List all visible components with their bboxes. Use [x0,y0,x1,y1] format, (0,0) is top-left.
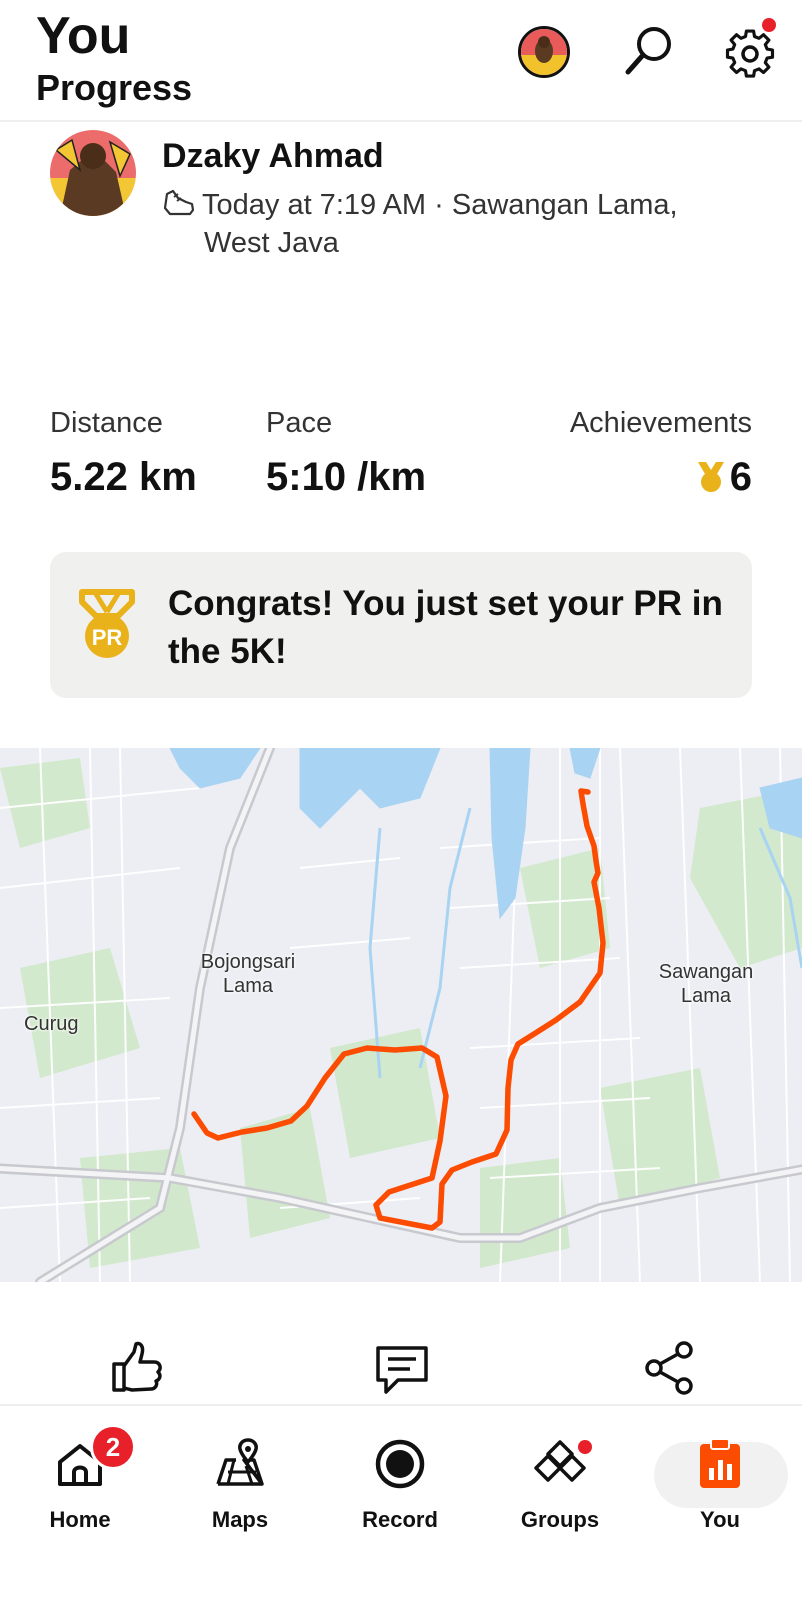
run-shoe-icon [163,189,195,216]
header-divider [0,120,802,122]
map-label-bojongsari: Bojongsari Lama [200,951,296,997]
achievements-label: Achievements [569,407,752,439]
time-location-line1: Today at 7:19 AM · Sawangan Lama, [202,189,678,221]
route-map[interactable]: Bojongsari Lama Curug Sawangan Lama [0,748,802,1282]
profile-avatar-button[interactable] [518,26,570,78]
route-map-canvas [0,748,802,1282]
pr-medal-icon: PR [79,589,135,658]
home-notification-badge: 2 [90,1424,136,1470]
medal-icon [697,462,724,492]
nav-item-record[interactable]: Record [330,1436,470,1534]
distance-label: Distance [50,407,163,439]
athlete-name[interactable]: Dzaky Ahmad [162,134,384,178]
athlete-avatar-image [50,130,136,216]
search-icon[interactable] [622,22,678,78]
bottom-nav-divider [0,1404,802,1406]
settings-notification-dot [762,18,776,32]
you-clipboard-icon [700,1438,740,1488]
map-label-curug: Curug [24,1013,79,1035]
share-icon[interactable] [640,1338,700,1398]
pace-value: 5:10 /km [266,455,427,499]
page-subtitle: Progress [36,67,193,108]
nav-label-record: Record [362,1507,438,1532]
nav-label-groups: Groups [520,1507,600,1532]
distance-value: 5.22 km [50,455,197,499]
pr-congrats-text: Congrats! You just set your PR in the 5K… [168,584,723,671]
groups-notification-dot [578,1440,592,1454]
pace-label: Pace [266,407,333,439]
activity-time-location: Today at 7:19 AM · Sawangan Lama, West J… [162,186,722,262]
nav-label-maps: Maps [211,1507,269,1532]
comment-icon[interactable] [372,1338,432,1398]
pr-badge-text: PR [92,625,123,650]
nav-label-home: Home [49,1507,111,1532]
nav-item-maps[interactable]: Maps [170,1436,310,1534]
achievements-count: 6 [729,455,752,499]
athlete-avatar[interactable] [50,130,136,216]
nav-item-groups[interactable]: Groups [490,1436,630,1534]
nav-label-you: You [700,1507,740,1532]
achievements-value-group[interactable]: 6 [696,452,752,502]
page-title: You [36,7,131,65]
time-location-line2: West Java [204,227,339,259]
maps-icon [216,1438,264,1486]
nav-item-you[interactable]: You [650,1436,790,1534]
kudos-thumbs-up-icon[interactable] [106,1338,166,1398]
map-label-sawangan: Sawangan Lama [658,961,754,1007]
avatar-image [521,29,567,75]
record-icon [375,1439,425,1489]
